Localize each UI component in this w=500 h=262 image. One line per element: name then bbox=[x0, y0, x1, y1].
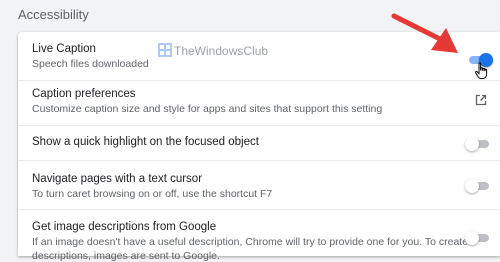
setting-description: Customize caption size and style for app… bbox=[32, 103, 383, 115]
image-descriptions-toggle[interactable] bbox=[465, 231, 491, 245]
setting-title: Caption preferences bbox=[32, 88, 136, 100]
hand-pointer-cursor-icon bbox=[475, 62, 488, 80]
setting-row-image-descriptions[interactable]: Get image descriptions from Google If an… bbox=[18, 209, 500, 262]
setting-description-line-2: descriptions, images are sent to Google. bbox=[32, 250, 220, 262]
caret-browsing-toggle[interactable] bbox=[465, 179, 491, 193]
external-link-icon[interactable] bbox=[475, 94, 487, 106]
setting-title: Navigate pages with a text cursor bbox=[32, 173, 203, 185]
setting-row-caption-preferences[interactable]: Caption preferences Customize caption si… bbox=[18, 80, 500, 126]
setting-title: Show a quick highlight on the focused ob… bbox=[32, 136, 259, 148]
annotation-arrow-icon bbox=[391, 13, 458, 53]
setting-description-line-1: If an image doesn't have a useful descri… bbox=[32, 236, 469, 248]
setting-row-focus-highlight[interactable]: Show a quick highlight on the focused ob… bbox=[18, 125, 500, 161]
setting-row-caret-browsing[interactable]: Navigate pages with a text cursor To tur… bbox=[18, 160, 500, 210]
settings-card: Live Caption Speech files downloaded Cap… bbox=[18, 32, 500, 262]
watermark: TheWindowsClub bbox=[158, 43, 268, 58]
section-title: Accessibility bbox=[18, 7, 89, 22]
watermark-text: TheWindowsClub bbox=[174, 44, 269, 58]
focus-highlight-toggle[interactable] bbox=[465, 137, 491, 151]
setting-title: Live Caption bbox=[32, 43, 96, 55]
setting-description: Speech files downloaded bbox=[32, 58, 149, 70]
windowsclub-logo-icon bbox=[158, 43, 172, 57]
setting-description: To turn caret browsing on or off, use th… bbox=[32, 188, 273, 200]
setting-title: Get image descriptions from Google bbox=[32, 221, 217, 233]
